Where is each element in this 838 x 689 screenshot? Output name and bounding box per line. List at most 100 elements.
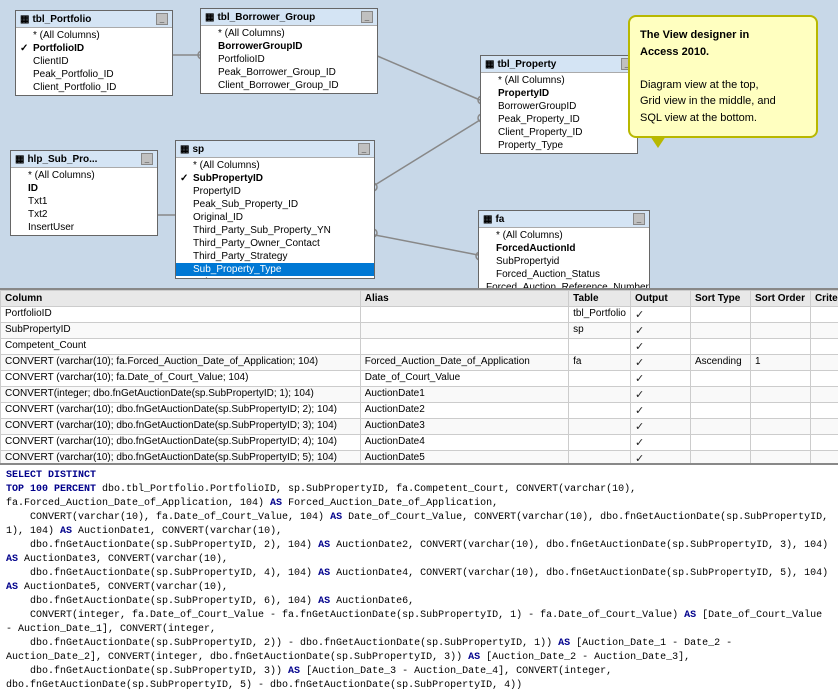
table-title-tbl-borrower-group[interactable]: ▦tbl_Borrower_Group _ [201, 9, 377, 26]
grid-row[interactable]: CONVERT (varchar(10); dbo.fnGetAuctionDa… [1, 451, 838, 466]
table-fields: * (All Columns) ID Txt1 Txt2 InsertUser [11, 168, 157, 235]
grid-cell: ✓ [630, 323, 690, 339]
grid-row[interactable]: PortfolioIDtbl_Portfolio✓ [1, 307, 838, 323]
field-row[interactable]: Client_Property_ID [481, 126, 637, 139]
grid-cell: Date_of_Court_Value [360, 371, 568, 387]
field-row[interactable]: ID [11, 182, 157, 195]
grid-cell: CONVERT(integer; dbo.fnGetAuctionDate(sp… [1, 387, 361, 403]
grid-row[interactable]: CONVERT (varchar(10); fa.Forced_Auction_… [1, 355, 838, 371]
field-row[interactable]: Original_ID [176, 211, 374, 224]
field-row[interactable]: Peak_Sub_Property_ID [176, 198, 374, 211]
table-title-fa[interactable]: ▦fa _ [479, 211, 649, 228]
grid-cell [690, 435, 750, 451]
table-tbl-portfolio[interactable]: ▦tbl_Portfolio _ * (All Columns) ✓Portfo… [15, 10, 173, 96]
table-title-sp[interactable]: ▦sp _ [176, 141, 374, 158]
grid-cell [569, 403, 631, 419]
grid-row[interactable]: CONVERT (varchar(10); dbo.fnGetAuctionDa… [1, 419, 838, 435]
field-row[interactable]: PropertyID [481, 87, 637, 100]
field-row[interactable]: * (All Columns) [201, 27, 377, 40]
table-tbl-property[interactable]: ▦tbl_Property _ * (All Columns) Property… [480, 55, 638, 154]
grid-row[interactable]: CONVERT(integer; dbo.fnGetAuctionDate(sp… [1, 387, 838, 403]
grid-row[interactable]: Competent_Count✓ [1, 339, 838, 355]
minimize-btn[interactable]: _ [633, 213, 645, 225]
field-row[interactable]: Client_Portfolio_ID [16, 81, 172, 94]
field-row[interactable]: BorrowerGroupID [481, 100, 637, 113]
table-name-label: tbl_Borrower_Group [217, 12, 315, 23]
grid-area[interactable]: Column Alias Table Output Sort Type Sort… [0, 290, 838, 465]
grid-body: PortfolioIDtbl_Portfolio✓SubPropertyIDsp… [1, 307, 838, 466]
grid-cell: ✓ [630, 435, 690, 451]
field-row[interactable]: Forced_Auction_Status [479, 268, 649, 281]
field-row[interactable]: ForcedAuctionId [479, 242, 649, 255]
sql-area[interactable]: SELECT DISTINCTTOP 100 PERCENT dbo.tbl_P… [0, 465, 838, 689]
col-header-sort-type: Sort Type [690, 291, 750, 307]
table-sp[interactable]: ▦sp _ * (All Columns) ✓SubPropertyID Pro… [175, 140, 375, 279]
minimize-btn[interactable]: _ [358, 143, 370, 155]
grid-cell [810, 323, 838, 339]
field-row[interactable]: Txt2 [11, 208, 157, 221]
table-tbl-borrower-group[interactable]: ▦tbl_Borrower_Group _ * (All Columns) Bo… [200, 8, 378, 94]
field-row[interactable]: ✓SubPropertyID [176, 172, 374, 185]
minimize-btn[interactable]: _ [361, 11, 373, 23]
field-row[interactable]: Property_Type [481, 139, 637, 152]
grid-row[interactable]: CONVERT (varchar(10); dbo.fnGetAuctionDa… [1, 403, 838, 419]
field-row[interactable]: ✓PortfolioID [16, 42, 172, 55]
table-name-label: sp [192, 144, 204, 155]
field-row[interactable]: Sub_Property_Usage_Type [176, 276, 374, 278]
grid-cell: AuctionDate1 [360, 387, 568, 403]
field-row[interactable]: Forced_Auction_Reference_Number [479, 281, 649, 290]
field-row[interactable]: SubPropertyid [479, 255, 649, 268]
grid-cell [810, 355, 838, 371]
field-row[interactable]: Third_Party_Owner_Contact [176, 237, 374, 250]
field-row[interactable]: Client_Borrower_Group_ID [201, 79, 377, 92]
field-row[interactable]: Txt1 [11, 195, 157, 208]
grid-cell [569, 435, 631, 451]
table-title-tbl-portfolio[interactable]: ▦tbl_Portfolio _ [16, 11, 172, 28]
field-row[interactable]: ClientID [16, 55, 172, 68]
grid-cell: CONVERT (varchar(10); fa.Date_of_Court_V… [1, 371, 361, 387]
table-title-tbl-property[interactable]: ▦tbl_Property _ [481, 56, 637, 73]
grid-cell [750, 451, 810, 466]
field-row[interactable]: * (All Columns) [479, 229, 649, 242]
grid-cell: fa [569, 355, 631, 371]
grid-cell: tbl_Portfolio [569, 307, 631, 323]
grid-row[interactable]: SubPropertyIDsp✓ [1, 323, 838, 339]
field-row[interactable]: PropertyID [176, 185, 374, 198]
field-row[interactable]: InsertUser [11, 221, 157, 234]
col-header-alias: Alias [360, 291, 568, 307]
table-fields: * (All Columns) ✓PortfolioID ClientID Pe… [16, 28, 172, 95]
field-row[interactable]: Peak_Property_ID [481, 113, 637, 126]
field-row[interactable]: BorrowerGroupID [201, 40, 377, 53]
grid-cell: CONVERT (varchar(10); dbo.fnGetAuctionDa… [1, 435, 361, 451]
field-row[interactable]: Peak_Borrower_Group_ID [201, 66, 377, 79]
grid-cell: CONVERT (varchar(10); fa.Forced_Auction_… [1, 355, 361, 371]
field-row[interactable]: * (All Columns) [481, 74, 637, 87]
minimize-btn[interactable]: _ [141, 153, 153, 165]
grid-cell [810, 451, 838, 466]
grid-cell [810, 307, 838, 323]
table-hlp-sub-pro[interactable]: ▦hlp_Sub_Pro... _ * (All Columns) ID Txt… [10, 150, 158, 236]
grid-row[interactable]: CONVERT (varchar(10); fa.Date_of_Court_V… [1, 371, 838, 387]
table-fa[interactable]: ▦fa _ * (All Columns) ForcedAuctionId Su… [478, 210, 650, 290]
grid-cell [360, 339, 568, 355]
field-row-selected[interactable]: Sub_Property_Type [176, 263, 374, 276]
table-controls: _ [156, 13, 168, 25]
minimize-btn[interactable]: _ [156, 13, 168, 25]
grid-cell [360, 323, 568, 339]
grid-row[interactable]: CONVERT (varchar(10); dbo.fnGetAuctionDa… [1, 435, 838, 451]
table-fields: * (All Columns) BorrowerGroupID Portfoli… [201, 26, 377, 93]
field-row[interactable]: * (All Columns) [16, 29, 172, 42]
col-header-sort-order: Sort Order [750, 291, 810, 307]
grid-cell [750, 307, 810, 323]
field-row[interactable]: PortfolioID [201, 53, 377, 66]
grid-cell: ✓ [630, 387, 690, 403]
field-row[interactable]: Third_Party_Strategy [176, 250, 374, 263]
table-icon: ▦ [483, 214, 492, 225]
diagram-area: ▦tbl_Portfolio _ * (All Columns) ✓Portfo… [0, 0, 838, 290]
field-row[interactable]: Peak_Portfolio_ID [16, 68, 172, 81]
field-row[interactable]: * (All Columns) [176, 159, 374, 172]
field-row[interactable]: Third_Party_Sub_Property_YN [176, 224, 374, 237]
field-row[interactable]: * (All Columns) [11, 169, 157, 182]
grid-cell: ✓ [630, 371, 690, 387]
table-title-hlp-sub-pro[interactable]: ▦hlp_Sub_Pro... _ [11, 151, 157, 168]
